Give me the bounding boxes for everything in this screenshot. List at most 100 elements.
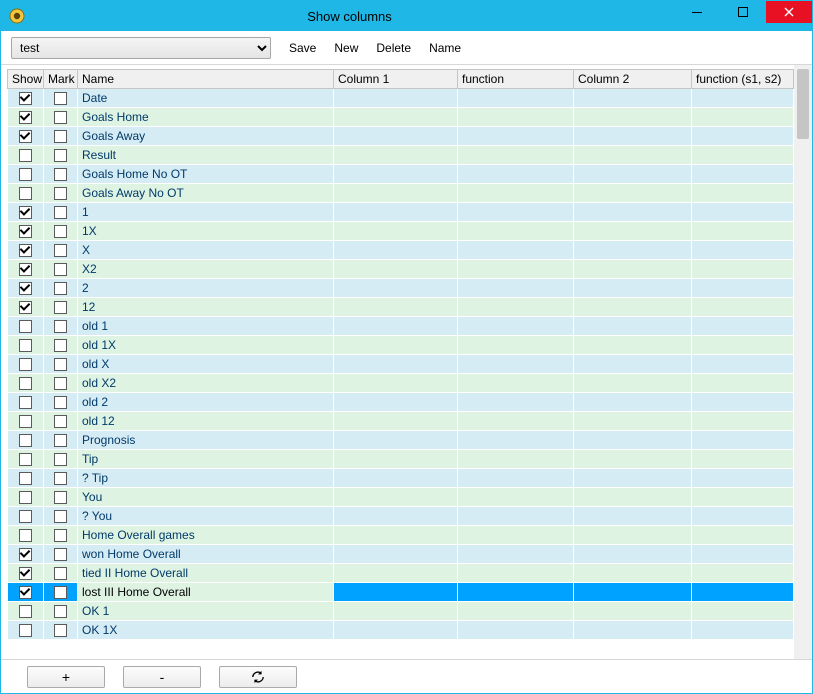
name-cell[interactable]: 2 <box>78 279 334 298</box>
column1-cell[interactable] <box>334 279 458 298</box>
name-cell[interactable]: Tip <box>78 450 334 469</box>
show-checkbox[interactable] <box>19 434 32 447</box>
table-row[interactable]: Date <box>8 89 794 108</box>
column1-cell[interactable] <box>334 108 458 127</box>
table-row[interactable]: Tip <box>8 450 794 469</box>
show-checkbox[interactable] <box>19 92 32 105</box>
show-cell[interactable] <box>8 203 44 222</box>
function2-cell[interactable] <box>692 621 794 640</box>
function-cell[interactable] <box>458 260 574 279</box>
mark-checkbox[interactable] <box>54 225 67 238</box>
function-cell[interactable] <box>458 488 574 507</box>
table-row[interactable]: Home Overall games <box>8 526 794 545</box>
function2-cell[interactable] <box>692 260 794 279</box>
header-mark[interactable]: Mark <box>44 70 78 89</box>
mark-cell[interactable] <box>44 621 78 640</box>
maximize-button[interactable] <box>720 1 766 23</box>
name-cell[interactable]: 1 <box>78 203 334 222</box>
function2-cell[interactable] <box>692 564 794 583</box>
column2-cell[interactable] <box>574 602 692 621</box>
show-cell[interactable] <box>8 146 44 165</box>
name-cell[interactable]: 12 <box>78 298 334 317</box>
mark-checkbox[interactable] <box>54 339 67 352</box>
show-checkbox[interactable] <box>19 510 32 523</box>
function-cell[interactable] <box>458 545 574 564</box>
mark-checkbox[interactable] <box>54 111 67 124</box>
table-row[interactable]: X <box>8 241 794 260</box>
table-row[interactable]: old 1 <box>8 317 794 336</box>
name-cell[interactable]: old X <box>78 355 334 374</box>
show-checkbox[interactable] <box>19 529 32 542</box>
close-button[interactable] <box>766 1 812 23</box>
name-cell[interactable]: lost III Home Overall <box>78 583 334 602</box>
function2-cell[interactable] <box>692 450 794 469</box>
function-cell[interactable] <box>458 450 574 469</box>
table-row[interactable]: old X2 <box>8 374 794 393</box>
column1-cell[interactable] <box>334 564 458 583</box>
mark-cell[interactable] <box>44 526 78 545</box>
show-checkbox[interactable] <box>19 567 32 580</box>
mark-cell[interactable] <box>44 317 78 336</box>
column1-cell[interactable] <box>334 298 458 317</box>
function-cell[interactable] <box>458 564 574 583</box>
function2-cell[interactable] <box>692 298 794 317</box>
mark-cell[interactable] <box>44 260 78 279</box>
column2-cell[interactable] <box>574 469 692 488</box>
name-cell[interactable]: old X2 <box>78 374 334 393</box>
table-row[interactable]: 1X <box>8 222 794 241</box>
function-cell[interactable] <box>458 165 574 184</box>
name-cell[interactable]: OK 1X <box>78 621 334 640</box>
table-row[interactable]: OK 1X <box>8 621 794 640</box>
table-row[interactable]: Goals Away No OT <box>8 184 794 203</box>
mark-cell[interactable] <box>44 564 78 583</box>
mark-cell[interactable] <box>44 507 78 526</box>
mark-cell[interactable] <box>44 545 78 564</box>
header-show[interactable]: Show <box>8 70 44 89</box>
mark-checkbox[interactable] <box>54 187 67 200</box>
table-row[interactable]: ? Tip <box>8 469 794 488</box>
show-checkbox[interactable] <box>19 206 32 219</box>
column2-cell[interactable] <box>574 545 692 564</box>
mark-cell[interactable] <box>44 241 78 260</box>
function-cell[interactable] <box>458 583 574 602</box>
function2-cell[interactable] <box>692 336 794 355</box>
show-cell[interactable] <box>8 564 44 583</box>
mark-checkbox[interactable] <box>54 624 67 637</box>
function-cell[interactable] <box>458 393 574 412</box>
function2-cell[interactable] <box>692 222 794 241</box>
table-row[interactable]: You <box>8 488 794 507</box>
mark-cell[interactable] <box>44 279 78 298</box>
column2-cell[interactable] <box>574 564 692 583</box>
function2-cell[interactable] <box>692 488 794 507</box>
show-cell[interactable] <box>8 89 44 108</box>
column1-cell[interactable] <box>334 412 458 431</box>
column1-cell[interactable] <box>334 374 458 393</box>
function2-cell[interactable] <box>692 431 794 450</box>
function-cell[interactable] <box>458 526 574 545</box>
function2-cell[interactable] <box>692 241 794 260</box>
function-cell[interactable] <box>458 336 574 355</box>
show-checkbox[interactable] <box>19 339 32 352</box>
function-cell[interactable] <box>458 298 574 317</box>
show-cell[interactable] <box>8 374 44 393</box>
refresh-button[interactable] <box>219 666 297 688</box>
function2-cell[interactable] <box>692 317 794 336</box>
show-cell[interactable] <box>8 450 44 469</box>
column1-cell[interactable] <box>334 602 458 621</box>
table-row[interactable]: old 1X <box>8 336 794 355</box>
show-checkbox[interactable] <box>19 472 32 485</box>
function-cell[interactable] <box>458 279 574 298</box>
mark-checkbox[interactable] <box>54 282 67 295</box>
show-checkbox[interactable] <box>19 415 32 428</box>
show-checkbox[interactable] <box>19 377 32 390</box>
function-cell[interactable] <box>458 374 574 393</box>
mark-checkbox[interactable] <box>54 168 67 181</box>
mark-checkbox[interactable] <box>54 453 67 466</box>
show-cell[interactable] <box>8 507 44 526</box>
add-button[interactable]: + <box>27 666 105 688</box>
show-checkbox[interactable] <box>19 605 32 618</box>
column2-cell[interactable] <box>574 146 692 165</box>
table-row[interactable]: 1 <box>8 203 794 222</box>
table-row[interactable]: lost III Home Overall <box>8 583 794 602</box>
column2-cell[interactable] <box>574 260 692 279</box>
